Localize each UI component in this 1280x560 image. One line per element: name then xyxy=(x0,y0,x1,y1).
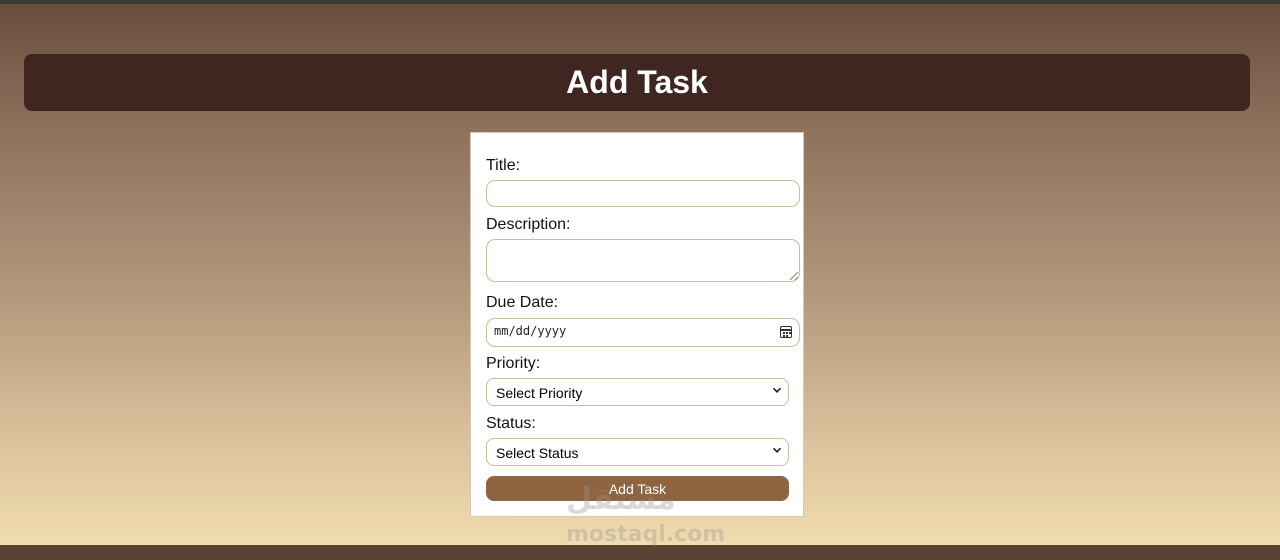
add-task-form: Title: Description: Due Date: mm/dd/yyyy… xyxy=(470,132,804,517)
priority-label: Priority: xyxy=(486,355,541,372)
page-header: Add Task xyxy=(24,54,1250,111)
description-textarea[interactable] xyxy=(486,239,800,282)
due-date-label: Due Date: xyxy=(486,294,559,311)
due-date-input[interactable]: mm/dd/yyyy xyxy=(486,318,800,347)
priority-select[interactable]: Select Priority xyxy=(486,378,789,406)
priority-selected-value: Select Priority xyxy=(496,385,583,401)
calendar-icon[interactable] xyxy=(780,326,792,338)
page-bottom-bar xyxy=(0,545,1280,560)
status-label: Status: xyxy=(486,415,536,432)
chevron-down-icon xyxy=(772,387,782,393)
resize-grip-icon[interactable] xyxy=(790,272,798,280)
add-task-button[interactable]: Add Task xyxy=(486,476,789,501)
chevron-down-icon xyxy=(772,447,782,453)
page-title: Add Task xyxy=(566,64,708,100)
description-label: Description: xyxy=(486,216,571,233)
due-date-placeholder: mm/dd/yyyy xyxy=(494,324,567,338)
status-selected-value: Select Status xyxy=(496,445,579,461)
status-select[interactable]: Select Status xyxy=(486,438,789,466)
title-label: Title: xyxy=(486,157,521,174)
title-input[interactable] xyxy=(486,180,800,207)
